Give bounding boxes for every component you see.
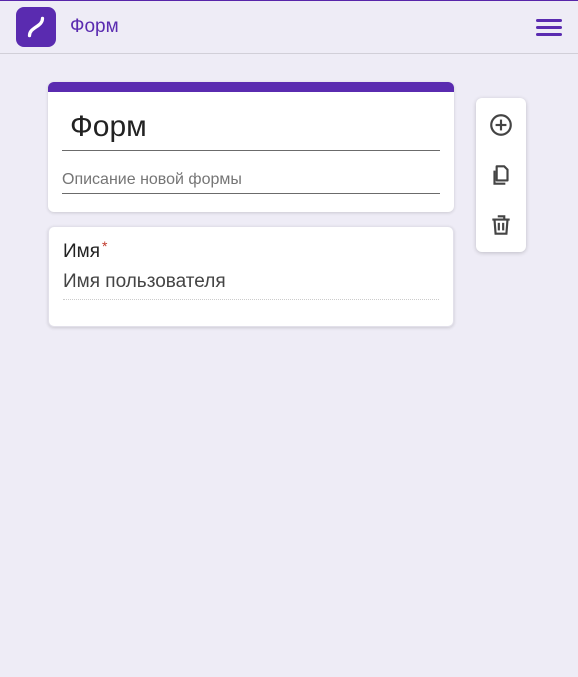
trash-icon xyxy=(488,212,514,238)
brand: Форм xyxy=(16,7,119,47)
content-area: Имя * Имя пользователя xyxy=(0,54,578,327)
question-card[interactable]: Имя * Имя пользователя xyxy=(48,226,454,327)
form-description-input[interactable] xyxy=(62,151,440,194)
required-star-icon: * xyxy=(102,239,107,253)
duplicate-button[interactable] xyxy=(484,158,518,192)
question-label-text: Имя xyxy=(63,241,100,263)
add-icon xyxy=(488,112,514,138)
app-title: Форм xyxy=(70,16,119,38)
delete-button[interactable] xyxy=(484,208,518,242)
form-title-input[interactable] xyxy=(62,102,440,151)
question-answer-placeholder[interactable]: Имя пользователя xyxy=(63,271,439,300)
add-question-button[interactable] xyxy=(484,108,518,142)
app-header: Форм xyxy=(0,0,578,54)
app-logo[interactable] xyxy=(16,7,56,47)
form-column: Имя * Имя пользователя xyxy=(48,82,454,327)
form-header-card[interactable] xyxy=(48,82,454,212)
question-label: Имя * xyxy=(63,241,107,263)
logo-icon xyxy=(23,14,49,40)
hamburger-menu-icon[interactable] xyxy=(536,15,562,40)
duplicate-icon xyxy=(488,162,514,188)
tool-panel xyxy=(476,98,526,252)
